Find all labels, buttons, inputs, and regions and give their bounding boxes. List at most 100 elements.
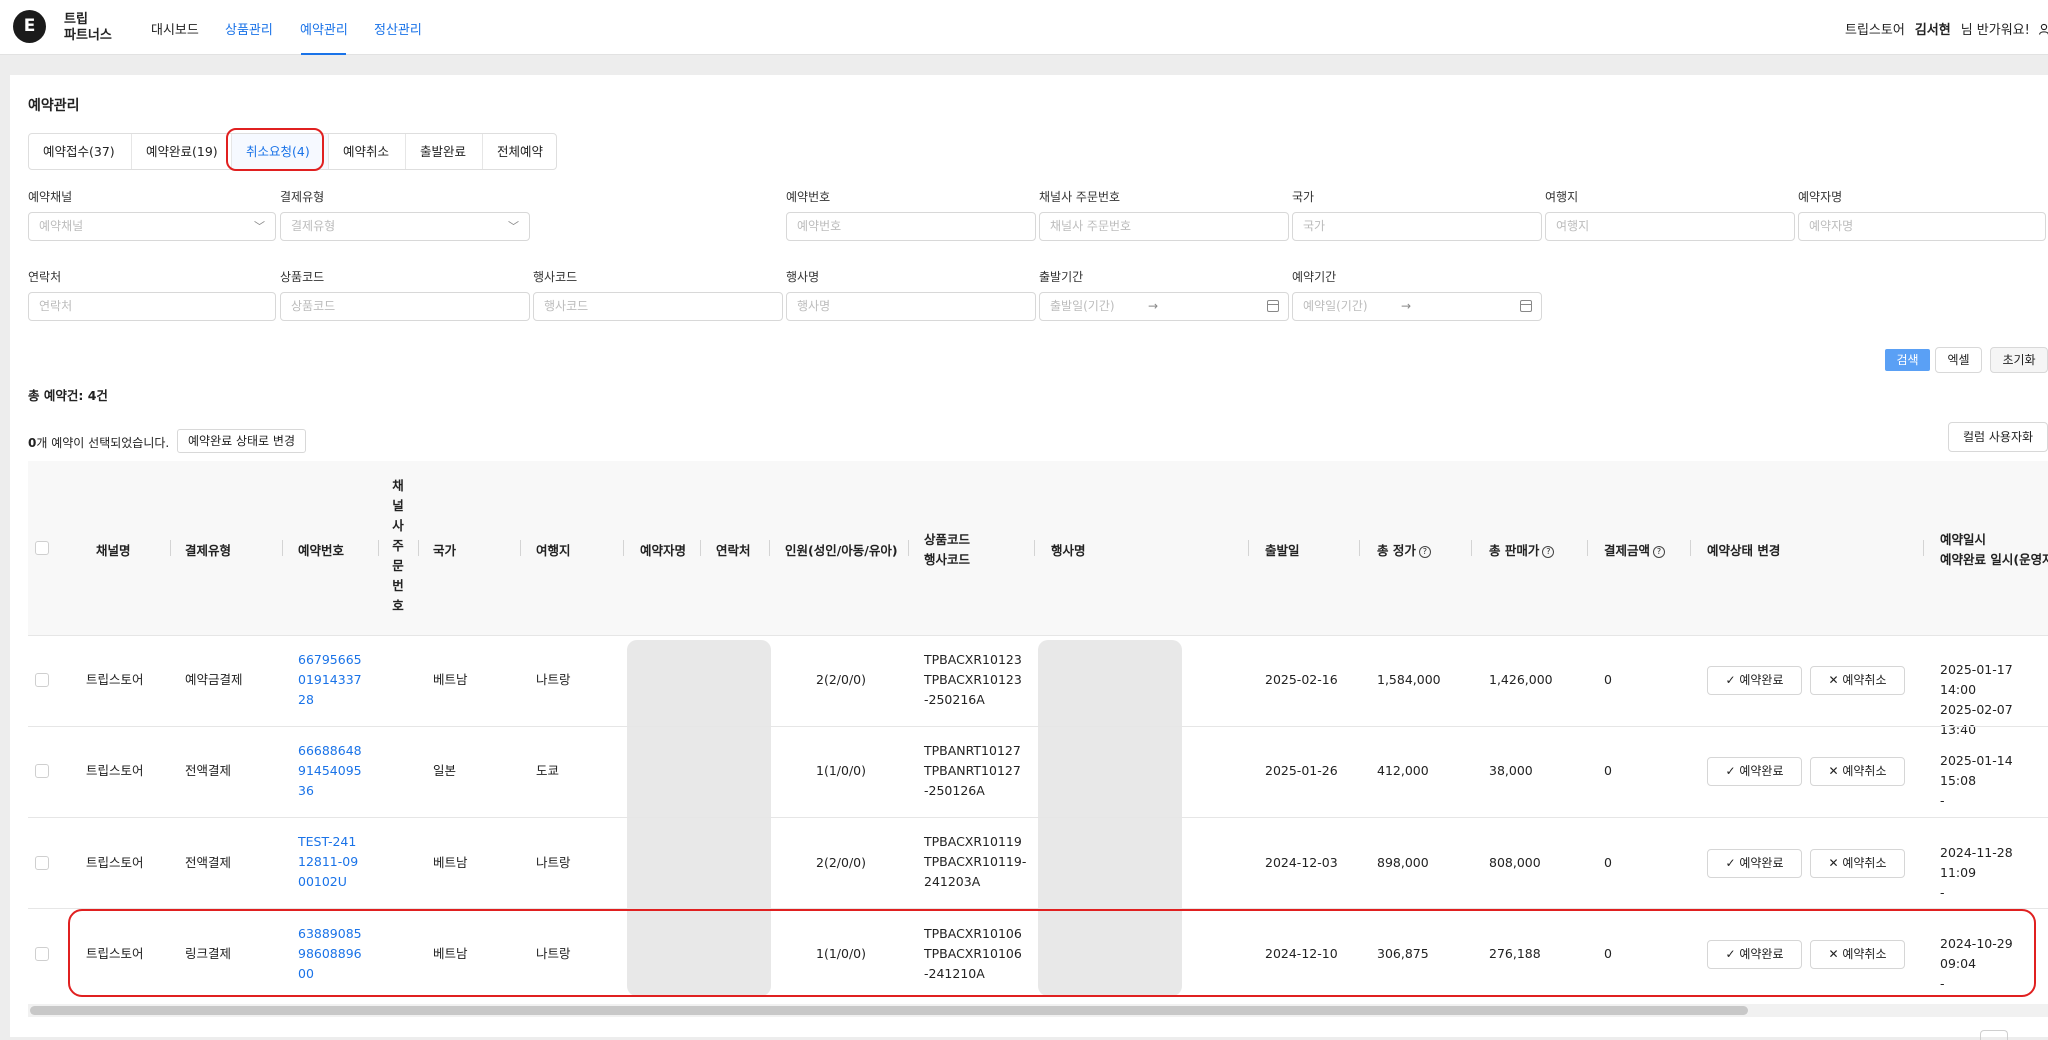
column-divider[interactable]: [1690, 540, 1691, 556]
column-divider[interactable]: [769, 540, 770, 556]
nav-booking-management[interactable]: 예약관리: [300, 19, 348, 38]
column-divider[interactable]: [700, 540, 701, 556]
help-icon[interactable]: ?: [1653, 546, 1666, 558]
column-divider[interactable]: [1923, 540, 1924, 556]
column-divider[interactable]: [908, 540, 909, 556]
help-icon[interactable]: ?: [1542, 546, 1555, 558]
column-divider[interactable]: [418, 540, 419, 556]
select-all-checkbox[interactable]: [35, 541, 49, 555]
masked-event-name: [1038, 640, 1182, 996]
column-divider[interactable]: [1359, 540, 1360, 556]
pagination-button[interactable]: [1980, 1030, 2008, 1040]
th-payment[interactable]: 결제유형: [185, 540, 231, 559]
column-divider[interactable]: [623, 540, 624, 556]
filter-booking-date-range[interactable]: 예약일(기간) →: [1292, 292, 1542, 321]
th-booking-no[interactable]: 예약번호: [298, 540, 344, 559]
nav-product-management[interactable]: 상품관리: [225, 19, 273, 38]
th-event-name[interactable]: 행사명: [1051, 540, 1086, 559]
th-contact[interactable]: 연락처: [716, 540, 751, 559]
excel-button[interactable]: 엑셀: [1935, 347, 1982, 373]
column-divider[interactable]: [378, 540, 379, 556]
tab-cancel-requested[interactable]: 취소요청(4): [232, 134, 329, 169]
filter-channel-select[interactable]: 예약채널 ﹀: [28, 212, 276, 241]
cell-booking-no-link[interactable]: 6679566501914337 28: [298, 650, 368, 710]
brand-logo[interactable]: E: [13, 10, 46, 43]
filter-label-event-name: 행사명: [786, 270, 820, 284]
confirm-booking-button[interactable]: ✓ 예약완료: [1707, 757, 1802, 786]
column-divider[interactable]: [170, 540, 171, 556]
column-divider[interactable]: [282, 540, 283, 556]
cancel-booking-button[interactable]: ✕ 예약취소: [1810, 666, 1905, 695]
filter-channel-order-input[interactable]: 채널사 주문번호: [1039, 212, 1289, 241]
cell-booking-no-link[interactable]: 6668864891454095 36: [298, 741, 368, 801]
th-country[interactable]: 국가: [433, 540, 456, 559]
th-people[interactable]: 인원(성인/아동/유아): [785, 540, 898, 559]
cell-code-line-1: TPBACXR10106: [924, 926, 1022, 941]
cell-departure: 2024-12-10: [1265, 946, 1338, 961]
brand-name[interactable]: 트립 파트너스: [64, 12, 112, 44]
confirm-booking-button[interactable]: ✓ 예약완료: [1707, 940, 1802, 969]
cancel-booking-button[interactable]: ✕ 예약취소: [1810, 757, 1905, 786]
tab-departed[interactable]: 출발완료: [406, 134, 483, 169]
th-departure[interactable]: 출발일: [1265, 540, 1300, 559]
confirm-booking-button[interactable]: ✓ 예약완료: [1707, 666, 1802, 695]
filter-destination-input[interactable]: 여행지: [1545, 212, 1795, 241]
row-checkbox[interactable]: [35, 673, 49, 687]
th-codes[interactable]: 상품코드 행사코드: [924, 530, 970, 570]
search-button[interactable]: 검색: [1885, 349, 1930, 371]
th-total-sale[interactable]: 총 판매가?: [1489, 540, 1555, 559]
nav-settlement-management[interactable]: 정산관리: [374, 19, 422, 38]
calendar-icon[interactable]: [1520, 300, 1532, 312]
column-divider[interactable]: [1034, 540, 1035, 556]
column-divider[interactable]: [1248, 540, 1249, 556]
filter-label-country: 국가: [1292, 190, 1315, 204]
confirm-booking-button[interactable]: ✓ 예약완료: [1707, 849, 1802, 878]
th-booker[interactable]: 예약자명: [640, 540, 686, 559]
user-icon[interactable]: [2038, 23, 2048, 35]
active-nav-underline: [301, 53, 346, 55]
column-customize-button[interactable]: 컬럼 사용자화: [1948, 422, 2048, 452]
reset-button[interactable]: 초기화: [1990, 347, 2048, 373]
tab-booking-completed[interactable]: 예약완료(19): [132, 134, 232, 169]
th-channel[interactable]: 채널명: [96, 540, 131, 559]
cancel-booking-button[interactable]: ✕ 예약취소: [1810, 940, 1905, 969]
th-pay-amount[interactable]: 결제금액?: [1604, 540, 1666, 559]
horizontal-scrollbar-thumb[interactable]: [30, 1006, 1748, 1015]
filter-label-contact: 연락처: [28, 270, 62, 284]
filter-departure-date-range[interactable]: 출발일(기간) →: [1039, 292, 1289, 321]
calendar-icon[interactable]: [1267, 300, 1279, 312]
row-checkbox[interactable]: [35, 947, 49, 961]
cell-codes: TPBACXR10123 TPBACXR10123 -250216A: [924, 650, 1022, 710]
filter-event-name-input[interactable]: 행사명: [786, 292, 1036, 321]
column-divider[interactable]: [1471, 540, 1472, 556]
column-divider[interactable]: [1587, 540, 1588, 556]
th-dates[interactable]: 예약일시 예약완료 일시(운영자: [1940, 530, 2048, 570]
tab-booking-cancelled[interactable]: 예약취소: [329, 134, 406, 169]
filter-country-input[interactable]: 국가: [1292, 212, 1542, 241]
filter-product-code-input[interactable]: 상품코드: [280, 292, 530, 321]
tab-all-bookings[interactable]: 전체예약: [483, 134, 556, 169]
help-icon[interactable]: ?: [1418, 546, 1431, 558]
column-divider[interactable]: [520, 540, 521, 556]
tab-booking-received[interactable]: 예약접수(37): [29, 134, 132, 169]
filter-payment-select[interactable]: 결제유형 ﹀: [280, 212, 530, 241]
filter-contact-input[interactable]: 연락처: [28, 292, 276, 321]
filter-booking-no-input[interactable]: 예약번호: [786, 212, 1036, 241]
filter-booker-input[interactable]: 예약자명: [1798, 212, 2046, 241]
cell-booking-date: 2025-01-14 15:08: [1940, 753, 2013, 788]
nav-dashboard[interactable]: 대시보드: [151, 19, 199, 38]
cell-total-price: 412,000: [1377, 763, 1429, 778]
row-checkbox[interactable]: [35, 764, 49, 778]
th-total-price[interactable]: 총 정가?: [1377, 540, 1431, 559]
row-checkbox[interactable]: [35, 856, 49, 870]
cell-booking-no-link[interactable]: 6388908598608896 00: [298, 924, 368, 984]
th-status-change[interactable]: 예약상태 변경: [1707, 540, 1780, 559]
cancel-booking-button[interactable]: ✕ 예약취소: [1810, 849, 1905, 878]
filter-label-payment: 결제유형: [280, 190, 325, 204]
th-channel-order-no[interactable]: 채널사주문번호: [392, 476, 404, 616]
cell-booking-no-link[interactable]: TEST-24112811-0900102U: [298, 832, 362, 892]
filter-event-code-input[interactable]: 행사코드: [533, 292, 783, 321]
user-greeting: 트립스토어 김서현 님 반가워요!: [1845, 19, 2048, 38]
th-destination[interactable]: 여행지: [536, 540, 571, 559]
change-status-button[interactable]: 예약완료 상태로 변경: [177, 429, 306, 453]
